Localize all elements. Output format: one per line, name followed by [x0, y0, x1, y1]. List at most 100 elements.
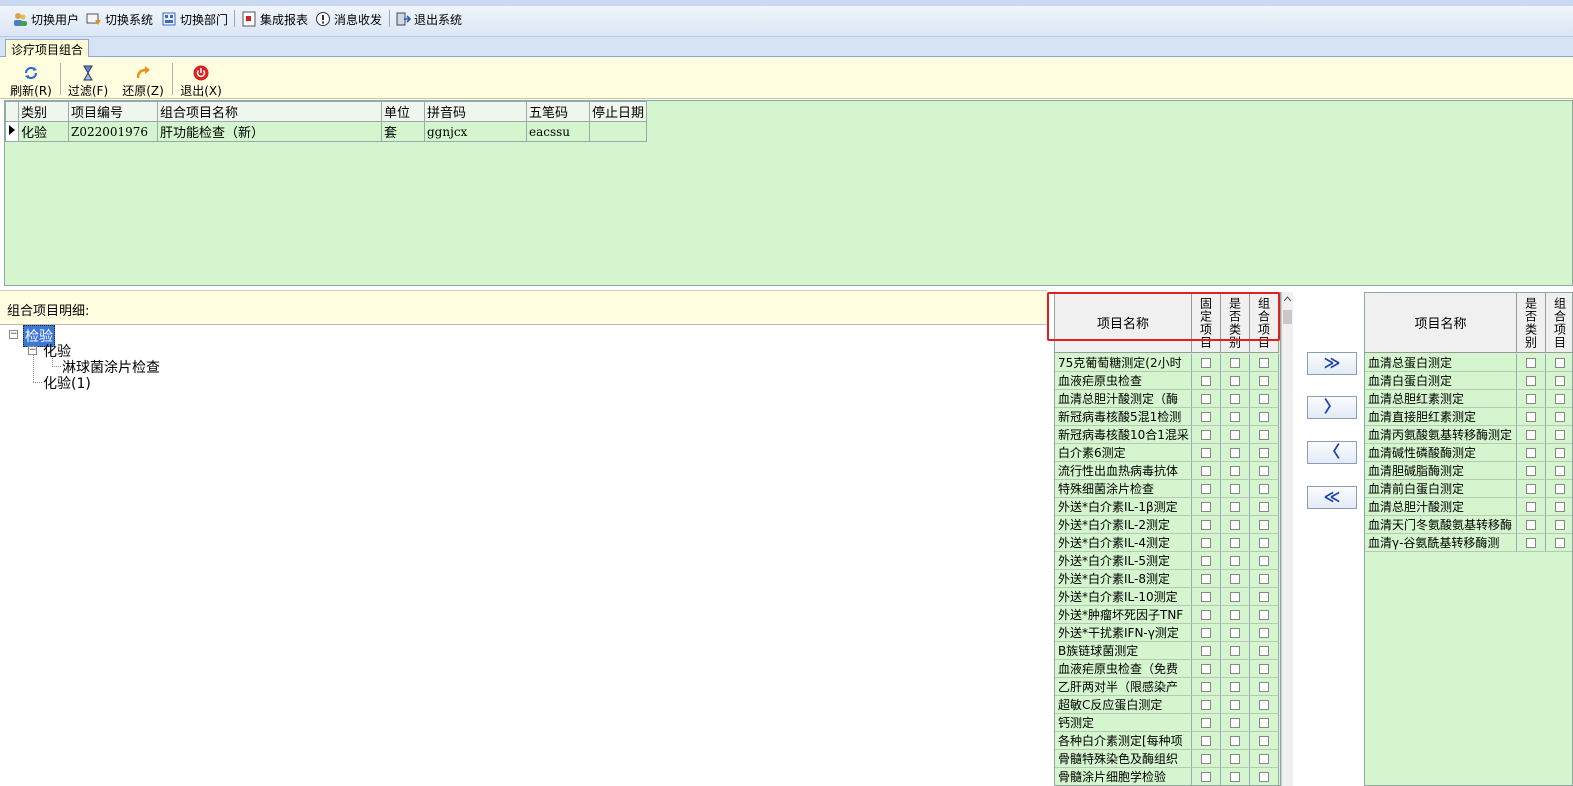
item-name[interactable]: 血液疟原虫检查（免费: [1055, 660, 1192, 678]
checkbox[interactable]: [1201, 466, 1211, 476]
cell-stop-date[interactable]: [588, 121, 648, 142]
cell-name[interactable]: 肝功能检查（新）: [157, 121, 382, 142]
item-name[interactable]: 外送*干扰素IFN-γ测定: [1055, 624, 1192, 642]
checkbox[interactable]: [1259, 754, 1269, 764]
checkbox[interactable]: [1230, 430, 1240, 440]
checkbox[interactable]: [1201, 574, 1211, 584]
item-name[interactable]: 骨髓特殊染色及酶组织: [1055, 750, 1192, 768]
list-item[interactable]: 外送*白介素IL-5测定: [1055, 552, 1279, 570]
list-item[interactable]: 血液疟原虫检查（免费: [1055, 660, 1279, 678]
checkbox[interactable]: [1201, 664, 1211, 674]
cell-pinyin[interactable]: ggnjcx: [424, 121, 527, 142]
checkbox[interactable]: [1201, 484, 1211, 494]
checkbox[interactable]: [1230, 664, 1240, 674]
checkbox[interactable]: [1526, 484, 1536, 494]
collapse-root-icon[interactable]: −: [9, 330, 18, 339]
list-item[interactable]: 各种白介素测定[每种项: [1055, 732, 1279, 750]
checkbox[interactable]: [1526, 358, 1536, 368]
list-item[interactable]: 75克葡萄糖测定(2小时: [1055, 354, 1279, 372]
list-item[interactable]: 外送*白介素IL-1β测定: [1055, 498, 1279, 516]
tree-node-lab-1[interactable]: 化验(1): [43, 373, 91, 393]
menu-switch-department[interactable]: 切换部门: [161, 10, 228, 28]
list-item[interactable]: 骨髓涂片细胞学检验: [1055, 768, 1279, 785]
checkbox[interactable]: [1555, 376, 1565, 386]
list-item[interactable]: 血液疟原虫检查: [1055, 372, 1279, 390]
item-name[interactable]: 新冠病毒核酸10合1混采: [1055, 426, 1192, 444]
right-header-is-category[interactable]: 是否类别: [1517, 293, 1546, 353]
checkbox[interactable]: [1555, 448, 1565, 458]
checkbox[interactable]: [1201, 412, 1211, 422]
checkbox[interactable]: [1555, 466, 1565, 476]
checkbox[interactable]: [1555, 394, 1565, 404]
item-name[interactable]: 钙测定: [1055, 714, 1192, 732]
checkbox[interactable]: [1201, 556, 1211, 566]
checkbox[interactable]: [1259, 592, 1269, 602]
item-name[interactable]: 血清白蛋白测定: [1365, 372, 1517, 390]
checkbox[interactable]: [1230, 646, 1240, 656]
checkbox[interactable]: [1526, 376, 1536, 386]
checkbox[interactable]: [1259, 502, 1269, 512]
checkbox[interactable]: [1259, 646, 1269, 656]
menu-integrated-report[interactable]: 集成报表: [241, 10, 308, 28]
collapse-child-icon[interactable]: −: [28, 346, 37, 355]
checkbox[interactable]: [1555, 430, 1565, 440]
cell-category[interactable]: 化验: [18, 121, 69, 142]
item-name[interactable]: 外送*白介素IL-1β测定: [1055, 498, 1192, 516]
checkbox[interactable]: [1230, 484, 1240, 494]
checkbox[interactable]: [1259, 394, 1269, 404]
list-item[interactable]: 骨髓特殊染色及酶组织: [1055, 750, 1279, 768]
checkbox[interactable]: [1230, 538, 1240, 548]
checkbox[interactable]: [1259, 376, 1269, 386]
checkbox[interactable]: [1230, 556, 1240, 566]
item-name[interactable]: B族链球菌测定: [1055, 642, 1192, 660]
item-name[interactable]: 外送*白介素IL-2测定: [1055, 516, 1192, 534]
checkbox[interactable]: [1230, 628, 1240, 638]
item-name[interactable]: 血清碱性磷酸酶测定: [1365, 444, 1517, 462]
checkbox[interactable]: [1555, 484, 1565, 494]
list-item[interactable]: 血清碱性磷酸酶测定: [1365, 444, 1572, 462]
col-header-category[interactable]: 类别: [18, 101, 69, 122]
checkbox[interactable]: [1230, 448, 1240, 458]
checkbox[interactable]: [1201, 682, 1211, 692]
list-item[interactable]: 新冠病毒核酸5混1检测: [1055, 408, 1279, 426]
checkbox[interactable]: [1201, 610, 1211, 620]
col-header-unit[interactable]: 单位: [381, 101, 425, 122]
checkbox[interactable]: [1201, 592, 1211, 602]
checkbox[interactable]: [1201, 502, 1211, 512]
checkbox[interactable]: [1555, 520, 1565, 530]
cell-wubi[interactable]: eacssu: [526, 121, 590, 142]
scroll-thumb[interactable]: [1283, 310, 1292, 324]
list-item[interactable]: 乙肝两对半（限感染产: [1055, 678, 1279, 696]
item-name[interactable]: 各种白介素测定[每种项: [1055, 732, 1192, 750]
checkbox[interactable]: [1555, 412, 1565, 422]
list-item[interactable]: 血清γ-谷氨酰基转移酶测: [1365, 534, 1572, 552]
col-header-wubi[interactable]: 五笔码: [526, 101, 590, 122]
checkbox[interactable]: [1230, 682, 1240, 692]
checkbox[interactable]: [1526, 412, 1536, 422]
row-indicator[interactable]: [5, 121, 19, 142]
cell-code[interactable]: Z022001976: [68, 121, 158, 142]
list-item[interactable]: 血清前白蛋白测定: [1365, 480, 1572, 498]
checkbox[interactable]: [1526, 448, 1536, 458]
checkbox[interactable]: [1259, 412, 1269, 422]
restore-button[interactable]: 还原(Z): [119, 65, 167, 98]
checkbox[interactable]: [1526, 430, 1536, 440]
scroll-up-icon[interactable]: [1282, 294, 1293, 304]
checkbox[interactable]: [1259, 736, 1269, 746]
checkbox[interactable]: [1259, 538, 1269, 548]
checkbox[interactable]: [1259, 556, 1269, 566]
item-name[interactable]: 骨髓涂片细胞学检验: [1055, 768, 1192, 785]
checkbox[interactable]: [1201, 358, 1211, 368]
checkbox[interactable]: [1259, 466, 1269, 476]
item-name[interactable]: 新冠病毒核酸5混1检测: [1055, 408, 1192, 426]
add-all-button[interactable]: ≫: [1307, 352, 1357, 375]
list-item[interactable]: 超敏C反应蛋白测定: [1055, 696, 1279, 714]
checkbox[interactable]: [1201, 376, 1211, 386]
checkbox[interactable]: [1526, 466, 1536, 476]
cell-unit[interactable]: 套: [381, 121, 425, 142]
checkbox[interactable]: [1230, 358, 1240, 368]
checkbox[interactable]: [1201, 718, 1211, 728]
list-item[interactable]: 流行性出血热病毒抗体: [1055, 462, 1279, 480]
item-name[interactable]: 流行性出血热病毒抗体: [1055, 462, 1192, 480]
checkbox[interactable]: [1526, 520, 1536, 530]
